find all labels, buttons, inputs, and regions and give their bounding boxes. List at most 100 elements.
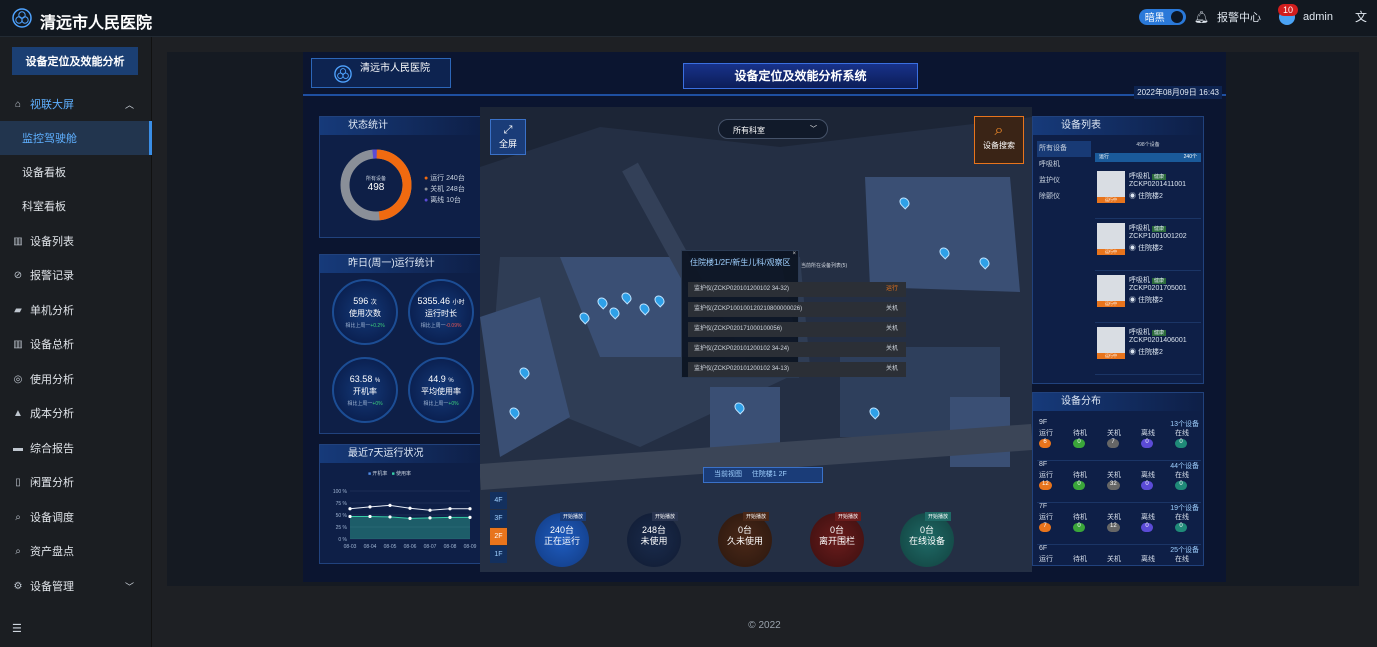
device-name: 呼吸机 xyxy=(1129,173,1150,180)
dist-header: 关机 xyxy=(1107,556,1121,563)
translate-icon[interactable]: 文 xyxy=(1355,8,1367,25)
sidebar-item-dispatch[interactable]: ⌕ 设备调度 xyxy=(0,500,152,534)
device-thumb xyxy=(1097,171,1125,197)
data-point xyxy=(448,507,452,511)
device-icon: ▰ xyxy=(14,304,22,316)
dist-value: 12 xyxy=(1039,481,1052,490)
sidebar-item-single-analysis[interactable]: ▰ 单机分析 xyxy=(0,293,152,327)
search-icon: ⌕ xyxy=(994,122,1004,139)
popup-device-row[interactable]: 监护仪(ZCKP020171000100056) 关机 xyxy=(688,322,906,337)
play-button[interactable]: 开始播放 xyxy=(743,512,770,521)
sidebar-item-device-summary[interactable]: ▥ 设备总析 xyxy=(0,327,152,361)
user-name[interactable]: admin xyxy=(1303,11,1333,23)
data-point xyxy=(408,516,412,520)
data-point xyxy=(368,514,372,519)
sidebar-item-device-list[interactable]: ▥ 设备列表 xyxy=(0,224,152,258)
floor-distribution-row[interactable]: 7F 19个设备 运行 7 待机 0 关机 12 离线 0 在线 0 xyxy=(1037,503,1201,545)
count-unused[interactable]: 248台 未使用 xyxy=(627,513,681,567)
phone-icon: ▯ xyxy=(15,476,21,488)
power-on-rate-stat: 63.58 % 开机率 相比上周一+0% xyxy=(332,357,398,423)
dist-header: 关机 xyxy=(1107,514,1121,521)
device-card[interactable]: 运行中 呼吸机 健康 ZCKP0201411001 ◉ 住院楼2 xyxy=(1095,167,1201,219)
sidebar-item-monitor-cockpit[interactable]: 监控驾驶舱 xyxy=(0,121,152,155)
sidebar-item-dept-board[interactable]: 科室看板 xyxy=(0,189,152,223)
device-location: ◉ 住院楼2 xyxy=(1129,245,1163,252)
sidebar-title[interactable]: 设备定位及效能分析 xyxy=(12,47,138,75)
play-button[interactable]: 开始播放 xyxy=(925,512,952,521)
hospital-logo-icon xyxy=(334,65,352,83)
dist-value xyxy=(1175,565,1187,566)
card-icon: ▬ xyxy=(13,442,23,454)
bar-chart-icon: ▥ xyxy=(13,235,23,247)
popup-device-row[interactable]: 监护仪(ZCKP020101200102 34-32) 运行 xyxy=(688,282,906,297)
bell-icon[interactable]: 🔔︎ xyxy=(1194,10,1209,24)
filter-ventilator[interactable]: 呼吸机 xyxy=(1037,157,1091,173)
data-point xyxy=(468,515,472,519)
x-tick-label: 08-07 xyxy=(424,544,437,550)
floor-4f[interactable]: 4F xyxy=(490,492,507,509)
search-icon: ⌕ xyxy=(15,511,21,523)
count-long-unused[interactable]: 0台 久未使用 xyxy=(718,513,772,567)
device-thumb xyxy=(1097,223,1125,249)
sidebar-item-usage-analysis[interactable]: ◎ 使用分析 xyxy=(0,362,152,396)
dept-select[interactable]: 所有科室 ﹀ xyxy=(718,119,828,139)
device-filter-list: 所有设备 呼吸机 监护仪 除颤仪 xyxy=(1037,141,1091,205)
sidebar-item-asset-inventory[interactable]: ⌕ 资产盘点 xyxy=(0,534,152,568)
sidebar-item-device-management[interactable]: ⚙ 设备管理 ﹀ xyxy=(0,569,152,603)
gear-icon: ⚙ xyxy=(13,580,23,592)
device-card[interactable]: 运行中 呼吸机 健康 ZCKP1001001202 ◉ 住院楼2 xyxy=(1095,219,1201,271)
sidebar-item-cost-analysis[interactable]: ▲ 成本分析 xyxy=(0,396,152,430)
floor-2f[interactable]: 2F xyxy=(490,528,507,545)
panel-title: 最近7天运行状况 xyxy=(320,445,482,463)
status-tab[interactable]: 运行 240个 xyxy=(1095,153,1201,162)
popup-device-row[interactable]: 监护仪(ZCKP020101200102 34-24) 关机 xyxy=(688,342,906,357)
device-search-button[interactable]: ⌕ 设备搜索 xyxy=(974,116,1024,164)
filter-defibrillator[interactable]: 除颤仪 xyxy=(1037,189,1091,205)
floor-distribution-row[interactable]: 8F 44个设备 运行 12 待机 0 关机 32 离线 0 在线 0 xyxy=(1037,461,1201,503)
play-button[interactable]: 开始播放 xyxy=(560,512,587,521)
device-card[interactable]: 运行中 呼吸机 健康 ZCKP0201705001 ◉ 住院楼2 xyxy=(1095,271,1201,323)
device-location: ◉ 住院楼2 xyxy=(1129,349,1163,356)
alarm-label: 报警中心 xyxy=(1217,11,1262,24)
dist-header: 关机 xyxy=(1107,472,1121,479)
sidebar-item-idle-analysis[interactable]: ▯ 闲置分析 xyxy=(0,465,152,499)
count-running[interactable]: 240台 正在运行 xyxy=(535,513,589,567)
popup-device-row[interactable]: 监护仪(ZCKP020101200102 34-13) 关机 xyxy=(688,362,906,377)
device-card[interactable]: 运行中 呼吸机 健康 ZCKP0201406001 ◉ 住院楼2 xyxy=(1095,323,1201,375)
y-tick-label: 75 % xyxy=(336,501,348,507)
status-badge: 运行中 xyxy=(1097,249,1125,255)
play-button[interactable]: 开始播放 xyxy=(652,512,679,521)
data-point xyxy=(408,506,412,510)
close-icon[interactable]: × xyxy=(792,251,796,257)
floor-distribution-row[interactable]: 6F 25个设备 运行 待机 关机 离线 在线 xyxy=(1037,545,1201,566)
sidebar-item-device-board[interactable]: 设备看板 xyxy=(0,155,152,189)
x-tick-label: 08-09 xyxy=(464,544,477,550)
sidebar-item-alarm-records[interactable]: ⊘ 报警记录 xyxy=(0,258,152,292)
usage-count-stat: 596 次使用次数 相比上周一+0.2% xyxy=(332,279,398,345)
dist-header: 关机 xyxy=(1107,430,1121,437)
yesterday-panel: 昨日(周一)运行统计 596 次使用次数 相比上周一+0.2% 5355.46 小… xyxy=(319,254,483,434)
popup-device-row[interactable]: 监护仪(ZCKP100100120210800000026) 关机 xyxy=(688,302,906,317)
x-tick-label: 08-08 xyxy=(444,544,457,550)
dist-header: 运行 xyxy=(1039,430,1053,437)
filter-all[interactable]: 所有设备 xyxy=(1037,141,1091,157)
flask-icon: ▲ xyxy=(13,407,23,419)
play-button[interactable]: 开始播放 xyxy=(835,512,862,521)
chevron-up-icon: ︿ xyxy=(124,99,134,110)
floor-1f[interactable]: 1F xyxy=(490,546,507,563)
fullscreen-button[interactable]: ⤢ 全屏 xyxy=(490,119,526,155)
health-tag: 健康 xyxy=(1151,330,1166,336)
floor-label: 8F xyxy=(1039,461,1048,468)
filter-monitor[interactable]: 监护仪 xyxy=(1037,173,1091,189)
collapse-menu-icon[interactable]: ☰ xyxy=(12,622,22,635)
sidebar-item-report[interactable]: ▬ 综合报告 xyxy=(0,431,152,465)
floor-label: 9F xyxy=(1039,419,1048,426)
count-online[interactable]: 0台 在线设备 xyxy=(900,513,954,567)
floor-3f[interactable]: 3F xyxy=(490,510,507,527)
theme-toggle[interactable]: 暗黑 xyxy=(1138,8,1186,25)
alarm-center-link[interactable]: 报警中心 10 xyxy=(1217,3,1299,25)
app-title: 清远市人民医院 xyxy=(40,15,153,32)
floor-distribution-row[interactable]: 9F 13个设备 运行 6 待机 0 关机 7 离线 0 在线 0 xyxy=(1037,419,1201,461)
sidebar-item-dashboard[interactable]: ⌂ 视联大屏 ︿ xyxy=(0,87,152,121)
count-out-of-fence[interactable]: 0台 离开围栏 xyxy=(810,513,864,567)
